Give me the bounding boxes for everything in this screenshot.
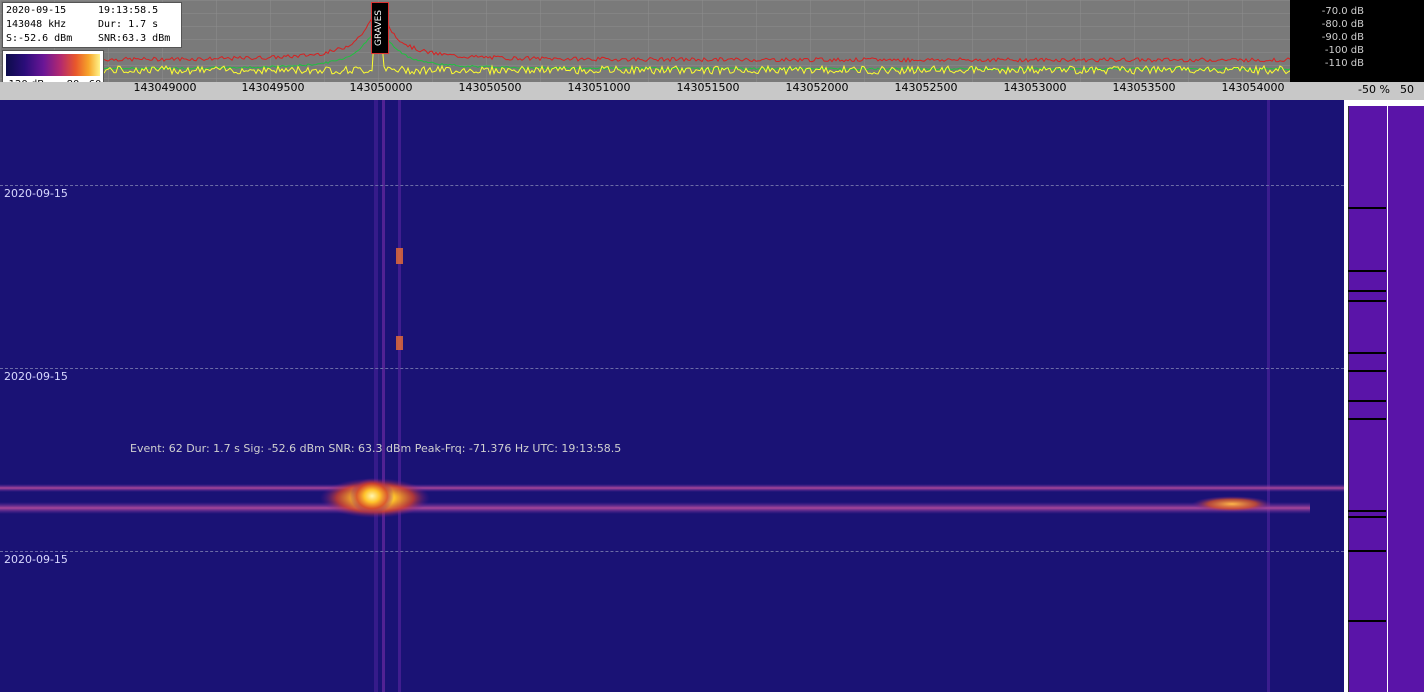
graves-marker[interactable]: GRAVES bbox=[371, 2, 389, 54]
info-time: 19:13:58.5 bbox=[98, 5, 159, 16]
waterfall-timestamp: 2020-09-15 bbox=[4, 553, 68, 566]
level-marker bbox=[1348, 270, 1386, 272]
db-label: -100 dB bbox=[1324, 45, 1364, 56]
level-marker bbox=[1348, 370, 1386, 372]
info-signal: S:-52.6 dBm bbox=[6, 33, 73, 44]
percent-left-label: -50 % bbox=[1358, 83, 1390, 96]
frequency-axis[interactable]: 143049000 143049500 143050000 143050500 … bbox=[0, 81, 1344, 101]
db-label: -90.0 dB bbox=[1321, 32, 1364, 43]
waterfall-timestamp: 2020-09-15 bbox=[4, 187, 68, 200]
spectrum-plot bbox=[0, 0, 1290, 82]
signal-info-box: 2020-09-15 19:13:58.5 143048 kHz Dur: 1.7 … bbox=[2, 2, 182, 48]
event-annotation: Event: 62 Dur: 1.7 s Sig: -52.6 dBm SNR:… bbox=[130, 442, 622, 455]
freq-tick-label: 143051500 bbox=[676, 81, 740, 94]
time-gridline bbox=[0, 551, 1344, 552]
info-snr: SNR:63.3 dBm bbox=[98, 33, 171, 44]
level-marker bbox=[1348, 207, 1386, 209]
spectrum-panel[interactable] bbox=[0, 0, 1424, 82]
level-marker bbox=[1348, 290, 1386, 292]
db-label: -80.0 dB bbox=[1321, 19, 1364, 30]
waterfall-timestamp: 2020-09-15 bbox=[4, 370, 68, 383]
level-marker bbox=[1348, 352, 1386, 354]
level-marker bbox=[1348, 400, 1386, 402]
freq-tick-label: 143051000 bbox=[567, 81, 631, 94]
level-history-bar bbox=[1348, 106, 1387, 692]
level-marker bbox=[1348, 550, 1386, 552]
freq-tick-label: 143050500 bbox=[458, 81, 522, 94]
db-scale: -70.0 dB -80.0 dB -90.0 dB -100 dB -110 … bbox=[1290, 0, 1424, 82]
info-date: 2020-09-15 bbox=[6, 5, 67, 16]
level-history-bar-secondary bbox=[1388, 106, 1424, 692]
freq-tick-label: 143049500 bbox=[241, 81, 305, 94]
level-marker bbox=[1348, 620, 1386, 622]
level-marker bbox=[1348, 510, 1386, 512]
color-gradient bbox=[6, 54, 100, 76]
time-gridline bbox=[0, 185, 1344, 186]
percent-scale: -50 % 50 bbox=[1344, 82, 1424, 100]
freq-tick-label: 143053500 bbox=[1112, 81, 1176, 94]
waterfall-display[interactable]: 2020-09-15 2020-09-15 2020-09-15 Event: … bbox=[0, 100, 1344, 692]
time-gridline bbox=[0, 368, 1344, 369]
freq-tick-label: 143052000 bbox=[785, 81, 849, 94]
freq-tick-label: 143053000 bbox=[1003, 81, 1067, 94]
freq-tick-label: 143052500 bbox=[894, 81, 958, 94]
db-label: -110 dB bbox=[1324, 58, 1364, 69]
level-marker bbox=[1348, 418, 1386, 420]
info-duration: Dur: 1.7 s bbox=[98, 19, 159, 30]
level-marker bbox=[1348, 516, 1386, 518]
level-marker bbox=[1348, 300, 1386, 302]
info-frequency: 143048 kHz bbox=[6, 19, 67, 30]
waterfall-signals bbox=[0, 100, 1344, 692]
signal-level-panel bbox=[1344, 100, 1424, 692]
freq-tick-label: 143049000 bbox=[133, 81, 197, 94]
db-label: -70.0 dB bbox=[1321, 6, 1364, 17]
percent-right-label: 50 bbox=[1400, 83, 1414, 96]
freq-tick-label: 143054000 bbox=[1221, 81, 1285, 94]
freq-tick-label: 143050000 bbox=[349, 81, 413, 94]
